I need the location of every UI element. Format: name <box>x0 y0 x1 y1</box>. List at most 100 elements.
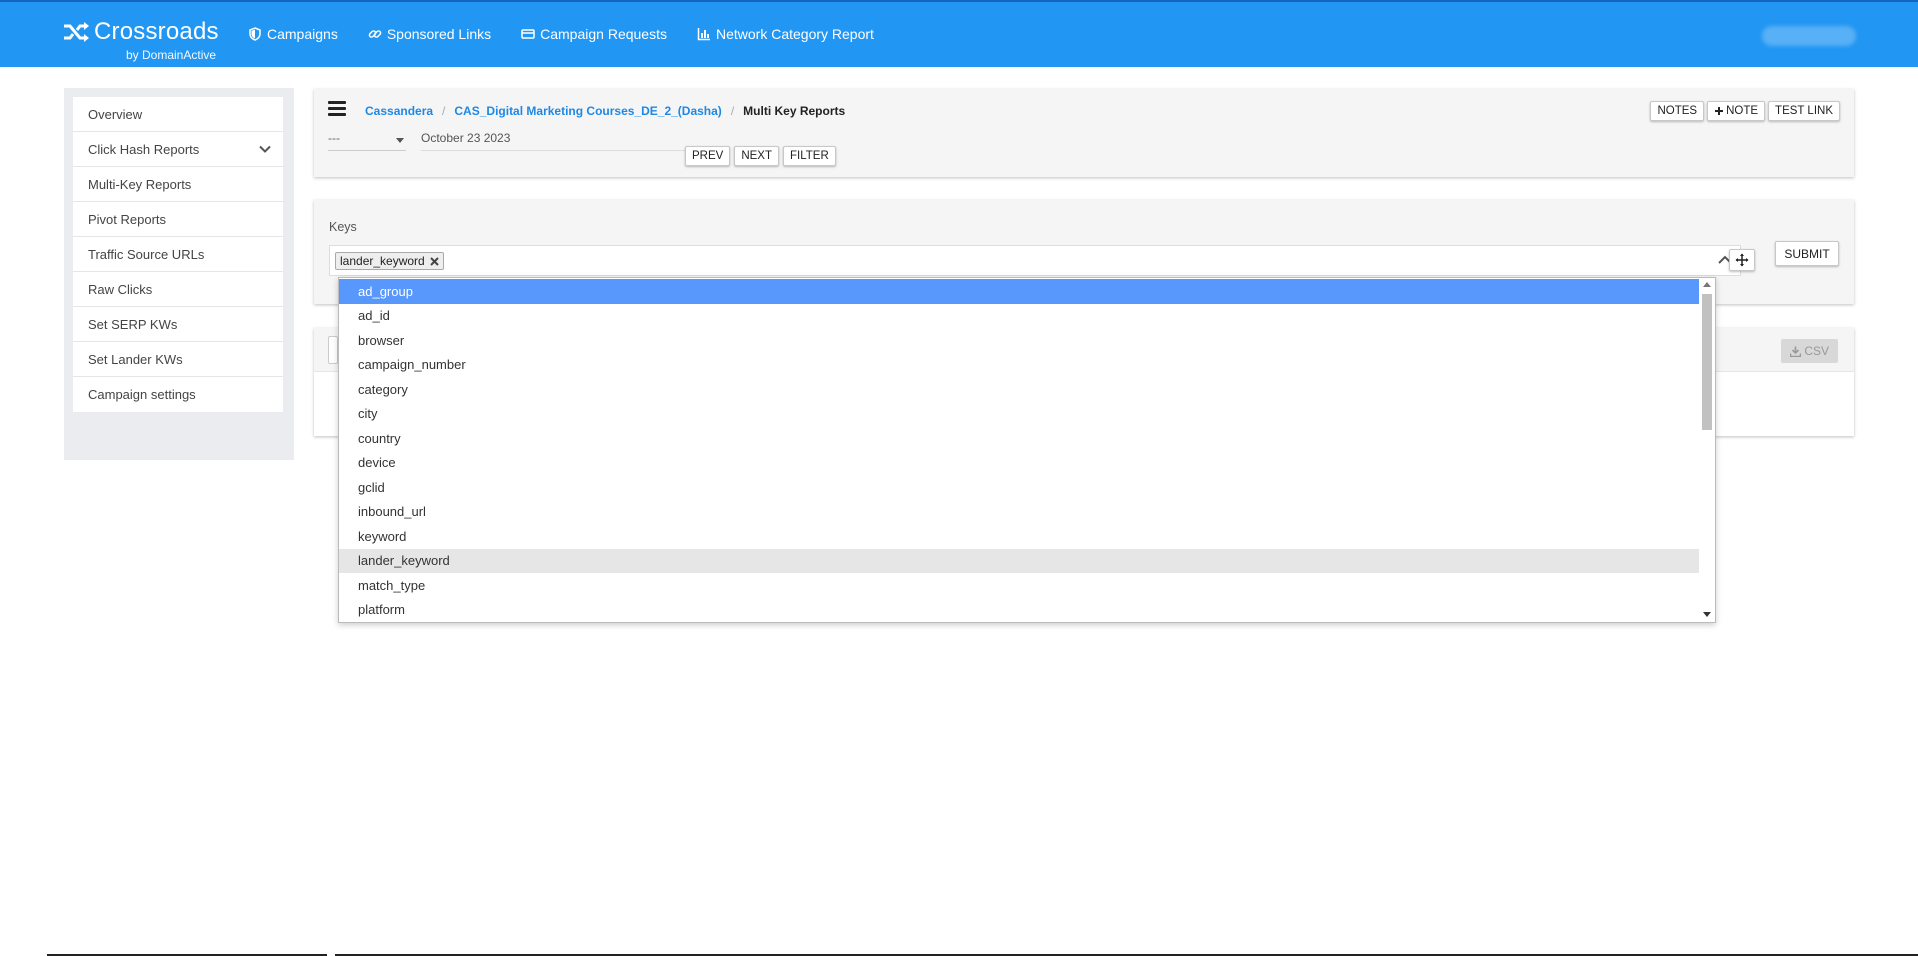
link-icon <box>368 30 382 38</box>
report-header-card: Cassandera / CAS_Digital Marketing Cours… <box>314 89 1854 177</box>
dropdown-option[interactable]: campaign_number <box>339 353 1700 378</box>
brand-subtitle: by DomainActive <box>126 48 217 62</box>
dropdown-option[interactable]: platform <box>339 598 1700 623</box>
breadcrumb-separator: / <box>442 104 446 118</box>
sidebar-item-label: Multi-Key Reports <box>88 176 192 192</box>
header-actions: NOTES NOTE TEST LINK <box>1650 101 1840 121</box>
nav-sponsored-links[interactable]: Sponsored Links <box>368 26 491 42</box>
nav-sponsored-links-label: Sponsored Links <box>386 26 492 42</box>
keys-dropdown-list: ad_group ad_id browser campaign_number c… <box>338 277 1716 623</box>
breadcrumb-link-campaign[interactable]: CAS_Digital Marketing Courses_DE_2_(Dash… <box>454 104 721 118</box>
filter-button-label: FILTER <box>790 150 829 162</box>
option-label: campaign_number <box>358 357 466 373</box>
notes-button[interactable]: NOTES <box>1650 101 1705 121</box>
sidebar-item-set-serp-kws[interactable]: Set SERP KWs <box>73 307 283 342</box>
keys-multiselect[interactable]: lander_keyword <box>329 245 1741 276</box>
breadcrumb: Cassandera / CAS_Digital Marketing Cours… <box>365 104 845 118</box>
csv-export-button[interactable]: CSV <box>1781 339 1838 363</box>
option-label: device <box>358 455 396 471</box>
sidebar-item-pivot-reports[interactable]: Pivot Reports <box>73 202 283 237</box>
nav-campaigns[interactable]: Campaigns <box>248 26 338 42</box>
nav-campaign-requests-label: Campaign Requests <box>540 26 667 42</box>
period-select[interactable]: --- <box>328 131 406 151</box>
period-select-value: --- <box>328 131 340 145</box>
date-input-value: October 23 2023 <box>421 131 511 145</box>
brand-logo[interactable]: Crossroads by DomainActive <box>62 18 219 62</box>
scrollbar-thumb[interactable] <box>1702 294 1712 430</box>
sidebar-item-label: Campaign settings <box>88 387 196 402</box>
option-label: ad_group <box>358 283 413 299</box>
user-menu[interactable] <box>1762 26 1856 46</box>
next-button[interactable]: NEXT <box>734 146 779 166</box>
sidebar-item-click-hash-reports[interactable]: Click Hash Reports <box>73 132 283 167</box>
dropdown-option[interactable]: device <box>339 451 1700 476</box>
sidebar-item-label: Traffic Source URLs <box>88 246 205 262</box>
sidebar-item-multi-key-reports[interactable]: Multi-Key Reports <box>73 167 283 202</box>
dropdown-options: ad_group ad_id browser campaign_number c… <box>339 279 1700 622</box>
sidebar-item-raw-clicks[interactable]: Raw Clicks <box>73 272 283 307</box>
csv-export-label: CSV <box>1804 344 1829 358</box>
sidebar-item-campaign-settings[interactable]: Campaign settings <box>73 377 283 412</box>
filter-button[interactable]: FILTER <box>783 146 836 166</box>
next-button-label: NEXT <box>741 150 772 162</box>
sidebar-item-label: Set Lander KWs <box>88 351 183 367</box>
scroll-up-icon[interactable] <box>1703 282 1711 287</box>
sidebar-item-set-lander-kws[interactable]: Set Lander KWs <box>73 342 283 377</box>
option-label: country <box>358 430 401 446</box>
option-label: category <box>358 381 408 397</box>
option-label: browser <box>358 332 405 348</box>
scroll-down-icon[interactable] <box>1703 612 1711 617</box>
dropdown-option[interactable]: category <box>339 377 1700 402</box>
caret-down-icon <box>396 138 404 143</box>
notes-button-label: NOTES <box>1657 105 1698 117</box>
option-label: match_type <box>358 577 426 593</box>
sidebar-item-label: Overview <box>88 106 143 122</box>
option-label: inbound_url <box>358 504 426 520</box>
remove-tag-icon[interactable] <box>430 256 439 266</box>
hamburger-menu-icon[interactable] <box>328 101 346 117</box>
breadcrumb-link-account[interactable]: Cassandera <box>365 104 433 118</box>
sidebar-panel: Overview Click Hash Reports Multi-Key Re… <box>64 88 294 460</box>
key-tag-label: lander_keyword <box>340 254 425 268</box>
date-input[interactable]: October 23 2023 <box>421 131 691 151</box>
card-icon <box>521 29 535 39</box>
add-note-button[interactable]: NOTE <box>1707 101 1766 121</box>
download-icon <box>1790 346 1802 357</box>
shuffle-icon <box>64 22 89 42</box>
test-link-button-label: TEST LINK <box>1775 105 1833 117</box>
dropdown-option[interactable]: inbound_url <box>339 500 1700 525</box>
dropdown-option[interactable]: ad_id <box>339 304 1700 329</box>
sidebar-item-label: Click Hash Reports <box>88 141 200 157</box>
plus-icon <box>1715 107 1724 115</box>
dropdown-option-selected[interactable]: lander_keyword <box>339 548 1700 573</box>
option-label: gclid <box>358 479 385 495</box>
option-label: keyword <box>358 528 407 544</box>
dropdown-scrollbar[interactable] <box>1699 278 1715 622</box>
option-label: platform <box>358 602 405 618</box>
dropdown-option[interactable]: match_type <box>339 573 1700 598</box>
add-note-button-label: NOTE <box>1726 105 1759 117</box>
nav-network-category-report[interactable]: Network Category Report <box>697 26 874 42</box>
keys-label: Keys <box>329 220 357 234</box>
drag-handle-button[interactable] <box>1729 249 1755 271</box>
brand-name: Crossroads <box>94 18 219 45</box>
nav-campaigns-label: Campaigns <box>267 26 338 42</box>
breadcrumb-separator: / <box>730 104 735 118</box>
prev-button[interactable]: PREV <box>685 146 731 166</box>
sidebar-item-overview[interactable]: Overview <box>73 97 283 132</box>
dropdown-option[interactable]: ad_group <box>339 279 1700 304</box>
dropdown-option[interactable]: keyword <box>339 524 1700 549</box>
sidebar-item-traffic-source-urls[interactable]: Traffic Source URLs <box>73 237 283 272</box>
dropdown-option[interactable]: city <box>339 402 1700 427</box>
nav-campaign-requests[interactable]: Campaign Requests <box>521 26 667 42</box>
option-label: city <box>358 406 378 422</box>
date-nav-buttons: PREV NEXT FILTER <box>685 146 836 166</box>
top-nav: Campaigns Sponsored Links Campaign Reque… <box>248 26 904 42</box>
submit-button[interactable]: SUBMIT <box>1775 241 1839 266</box>
test-link-button[interactable]: TEST LINK <box>1768 101 1840 121</box>
results-toolbar-control[interactable] <box>328 336 338 364</box>
dropdown-option[interactable]: gclid <box>339 475 1700 500</box>
move-arrows-icon <box>1735 253 1749 267</box>
dropdown-option[interactable]: country <box>339 426 1700 451</box>
dropdown-option[interactable]: browser <box>339 328 1700 353</box>
